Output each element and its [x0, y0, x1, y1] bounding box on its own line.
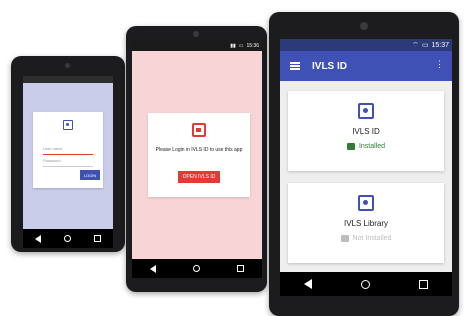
battery-icon: ▭: [238, 43, 244, 49]
status-time: 15:36: [246, 43, 259, 49]
open-ivls-id-button[interactable]: OPEN IVLS ID: [178, 171, 220, 183]
menu-icon[interactable]: [290, 62, 300, 70]
app-name: IVLS Library: [343, 219, 389, 228]
phone-app-list-screen: ⌔ ▭ 15:37 IVLS ID ⋮ IVLS ID Installed IV…: [269, 12, 459, 316]
page-title: IVLS ID: [312, 60, 348, 72]
home-icon: [192, 265, 200, 272]
back-button[interactable]: [304, 279, 313, 289]
install-status: Not Installed: [288, 235, 444, 242]
back-icon: [34, 234, 41, 243]
phone2-screen: ▮▮ ▭ 15:36 Please Login in IVLS ID to us…: [132, 41, 262, 278]
id-card-icon: [358, 103, 374, 119]
signal-icon: ▮▮: [230, 43, 236, 49]
recents-icon: [236, 265, 244, 272]
app-card-ivls-library[interactable]: IVLS Library Not Installed: [288, 183, 444, 263]
app-bar: IVLS ID ⋮: [280, 51, 452, 81]
home-button[interactable]: [63, 235, 71, 242]
recents-icon: [94, 235, 102, 242]
recents-button[interactable]: [236, 265, 244, 272]
install-status-label: Installed: [358, 143, 386, 150]
app-icon: [192, 123, 206, 137]
back-icon: [304, 279, 313, 289]
login-button[interactable]: LOGIN: [80, 170, 100, 180]
back-icon: [150, 264, 157, 273]
home-icon: [63, 235, 71, 242]
front-camera: [193, 31, 199, 37]
home-icon: [360, 279, 370, 289]
nav-bar: [23, 229, 113, 248]
install-status-label: Not Installed: [352, 235, 392, 242]
recents-icon: [418, 279, 428, 289]
battery-icon: ▭: [421, 42, 429, 49]
recents-button[interactable]: [418, 279, 428, 289]
phone-login-screen: User name Password LOGIN: [11, 56, 125, 252]
status-bar: ⌔ ▭ 15:37: [280, 39, 452, 51]
app-name: IVLS ID: [352, 127, 380, 136]
install-status: Installed: [288, 143, 444, 150]
nav-bar: [280, 272, 452, 296]
home-button[interactable]: [192, 265, 200, 272]
status-time: 15:37: [431, 41, 449, 49]
app-card-ivls-id[interactable]: IVLS ID Installed: [288, 91, 444, 171]
status-bar: [23, 76, 113, 83]
installed-icon: [346, 143, 355, 150]
login-message: Please Login in IVLS ID to use this app: [155, 147, 243, 153]
wifi-icon: ⌔: [412, 41, 419, 49]
id-card-icon: [63, 120, 73, 130]
phone1-screen: User name Password LOGIN: [23, 76, 113, 248]
phone3-screen: ⌔ ▭ 15:37 IVLS ID ⋮ IVLS ID Installed IV…: [280, 39, 452, 296]
username-field[interactable]: User name: [43, 146, 93, 155]
login-required-card: Please Login in IVLS ID to use this app …: [148, 113, 250, 197]
phone-prompt-screen: ▮▮ ▭ 15:36 Please Login in IVLS ID to us…: [126, 26, 267, 292]
front-camera: [360, 22, 368, 30]
status-bar: ▮▮ ▭ 15:36: [132, 41, 262, 51]
home-button[interactable]: [360, 279, 370, 289]
password-field[interactable]: Password: [43, 158, 93, 167]
login-card: User name Password LOGIN: [33, 112, 103, 188]
back-button[interactable]: [150, 264, 157, 273]
not-installed-icon: [340, 235, 349, 242]
overflow-menu-icon[interactable]: ⋮: [435, 60, 444, 69]
id-card-icon: [358, 195, 374, 211]
front-camera: [65, 63, 70, 68]
recents-button[interactable]: [94, 235, 102, 242]
nav-bar: [132, 259, 262, 278]
back-button[interactable]: [34, 234, 41, 243]
